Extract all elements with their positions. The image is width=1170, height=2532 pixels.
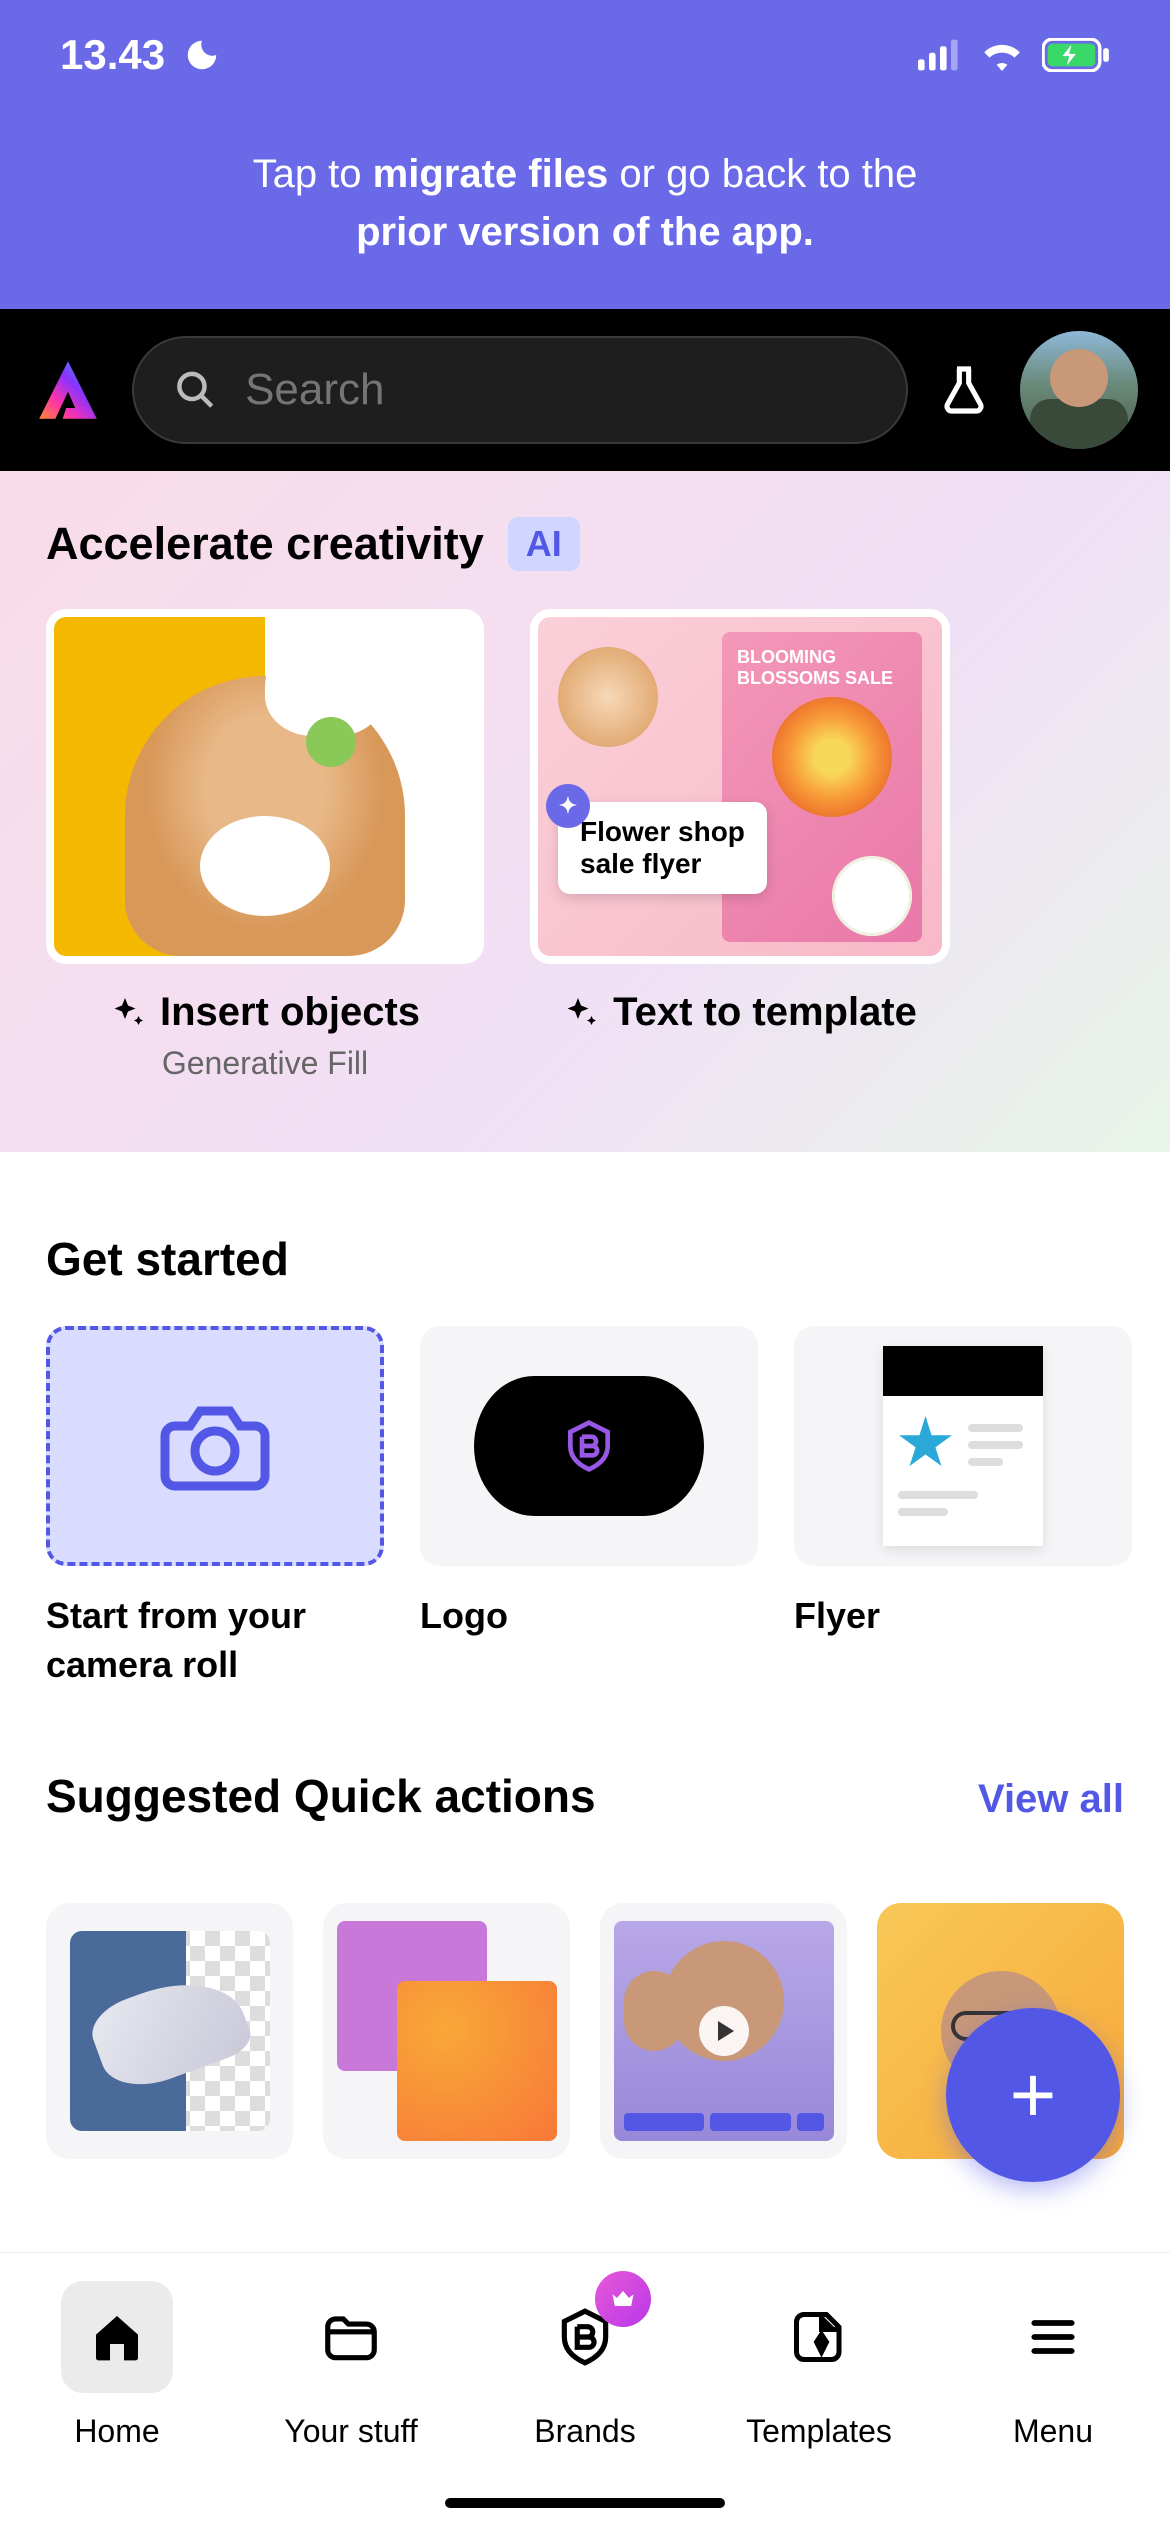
get-started-section: Get started Start from your camera roll … <box>0 1152 1170 1689</box>
popup-line1: Flower shop <box>580 816 745 848</box>
accelerate-section: Accelerate creativity AI objects ve Fill… <box>0 471 1170 1152</box>
quick-remove-bg[interactable] <box>46 1903 293 2159</box>
tab-label: Menu <box>1013 2413 1093 2450</box>
migrate-banner[interactable]: Tap to migrate files or go back to the p… <box>0 110 1170 309</box>
beaker-icon[interactable] <box>936 362 992 418</box>
wifi-icon <box>980 39 1024 71</box>
home-icon <box>89 2309 145 2365</box>
header <box>0 309 1170 471</box>
starter-image <box>420 1326 758 1566</box>
banner-bold: migrate files <box>373 152 609 196</box>
view-all-link[interactable]: View all <box>978 1777 1124 1822</box>
quick-resize[interactable] <box>323 1903 570 2159</box>
search-icon <box>174 366 217 414</box>
poster-text: BLOOMING BLOSSOMS SALE <box>737 647 893 688</box>
status-right <box>918 38 1110 72</box>
banner-pre: Tap to <box>253 152 373 196</box>
tab-label: Brands <box>534 2413 635 2450</box>
starter-image <box>46 1326 384 1566</box>
templates-icon <box>789 2307 849 2367</box>
camera-icon <box>155 1386 275 1506</box>
popup-badge-icon: ✦ <box>546 784 590 828</box>
moon-icon <box>183 36 221 74</box>
starter-label: Start from your camera roll <box>46 1592 384 1689</box>
sparkle-icon <box>563 995 599 1031</box>
starter-logo[interactable]: Logo <box>420 1326 758 1689</box>
template-popup: ✦ Flower shop sale flyer <box>558 802 767 894</box>
status-bar: 13.43 <box>0 0 1170 110</box>
get-started-row[interactable]: Start from your camera roll Logo <box>46 1326 1124 1689</box>
home-indicator[interactable] <box>445 2498 725 2508</box>
accel-card-text-to-template[interactable]: BLOOMING BLOSSOMS SALE ✦ Flower shop sal… <box>530 609 950 1082</box>
get-started-title: Get started <box>46 1232 1124 1286</box>
accelerate-header: Accelerate creativity AI <box>0 517 1170 609</box>
tab-label: Home <box>74 2413 159 2450</box>
cellular-icon <box>918 39 962 71</box>
sparkle-icon <box>110 995 146 1031</box>
logo-b-icon <box>561 1418 617 1474</box>
starter-image <box>794 1326 1132 1566</box>
starter-label: Flyer <box>794 1592 1132 1641</box>
accel-card-image: BLOOMING BLOSSOMS SALE ✦ Flower shop sal… <box>530 609 950 964</box>
tab-menu[interactable]: Menu <box>953 2281 1153 2450</box>
create-fab[interactable]: + <box>946 2008 1120 2182</box>
starter-flyer[interactable]: Flyer <box>794 1326 1132 1689</box>
accel-card-sub: Generative Fill <box>162 1045 368 1082</box>
banner-line2: prior version of the app. <box>356 210 814 254</box>
folder-icon <box>320 2306 382 2368</box>
plus-icon: + <box>1010 2049 1057 2141</box>
search-bar[interactable] <box>132 336 908 444</box>
popup-line2: sale flyer <box>580 848 745 880</box>
tab-templates[interactable]: Templates <box>719 2281 919 2450</box>
tab-label: Your stuff <box>284 2413 417 2450</box>
profile-avatar[interactable] <box>1020 331 1138 449</box>
tab-your-stuff[interactable]: Your stuff <box>251 2281 451 2450</box>
search-input[interactable] <box>245 365 866 415</box>
ai-badge: AI <box>508 517 580 571</box>
starter-camera-roll[interactable]: Start from your camera roll <box>46 1326 384 1689</box>
accelerate-carousel[interactable]: objects ve Fill Insert objects Generativ… <box>0 609 1170 1082</box>
menu-icon <box>1025 2309 1081 2365</box>
status-left: 13.43 <box>60 31 221 79</box>
starter-label: Logo <box>420 1592 758 1641</box>
battery-icon <box>1042 38 1110 72</box>
accel-card-title: Text to template <box>613 990 917 1035</box>
tab-brands[interactable]: Brands <box>485 2281 685 2450</box>
quick-video[interactable] <box>600 1903 847 2159</box>
app-logo-icon[interactable] <box>32 354 104 426</box>
quick-title: Suggested Quick actions <box>46 1769 596 1823</box>
tab-label: Templates <box>746 2413 892 2450</box>
tab-bar: Home Your stuff Brands Templates Menu <box>0 2252 1170 2532</box>
accelerate-title: Accelerate creativity <box>46 518 484 570</box>
tab-home[interactable]: Home <box>17 2281 217 2450</box>
premium-badge-icon <box>595 2271 651 2327</box>
banner-post: or go back to the <box>608 152 917 196</box>
status-time: 13.43 <box>60 31 165 79</box>
accel-card-image <box>46 609 484 964</box>
accel-card-title: Insert objects <box>160 990 420 1035</box>
accel-card-insert-objects[interactable]: Insert objects Generative Fill <box>46 609 484 1082</box>
